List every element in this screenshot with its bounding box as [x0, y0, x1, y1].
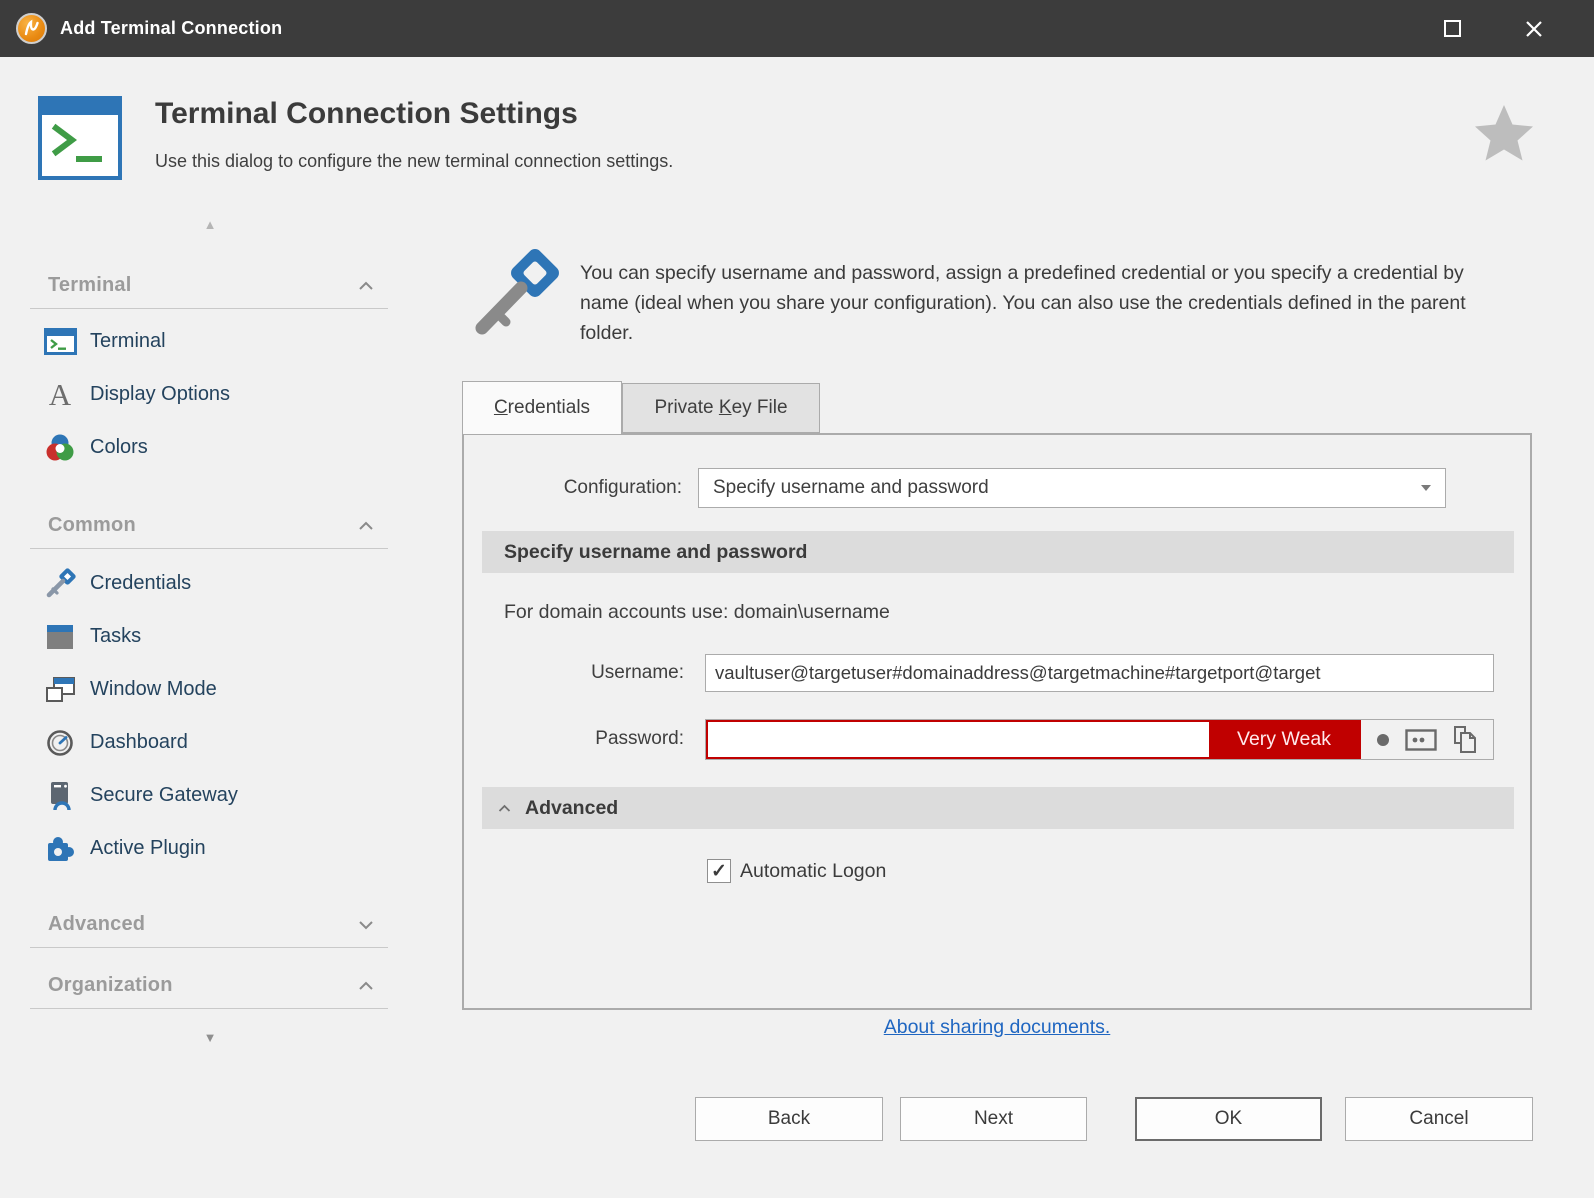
- sidebar: ▲ Terminal Terminal A Display Options: [30, 215, 390, 1075]
- key-icon: [42, 568, 78, 600]
- automatic-logon-checkbox[interactable]: ✓: [707, 859, 731, 883]
- terminal-icon: [42, 326, 78, 358]
- configuration-label: Configuration:: [482, 468, 682, 508]
- maximize-icon: [1444, 20, 1461, 37]
- password-validation-frame: Very Weak: [706, 720, 1361, 759]
- password-field-group: Very Weak: [705, 719, 1494, 760]
- sidebar-item-label: Credentials: [90, 572, 191, 595]
- section-label: Terminal: [48, 274, 131, 297]
- section-label: Common: [48, 514, 136, 537]
- close-icon: [1525, 20, 1543, 38]
- tab-label: Private Key File: [654, 397, 787, 419]
- share-link-row: About sharing documents.: [462, 1016, 1532, 1039]
- credentials-panel: Configuration: Specify username and pass…: [462, 433, 1532, 1010]
- ok-button[interactable]: OK: [1135, 1097, 1322, 1141]
- favorite-star-icon[interactable]: [1473, 103, 1535, 167]
- domain-hint-text: For domain accounts use: domain\username: [504, 601, 890, 624]
- dropdown-arrow-icon: [1421, 485, 1431, 491]
- sidebar-item-tasks[interactable]: Tasks: [30, 610, 388, 663]
- tab-credentials[interactable]: Credentials: [462, 381, 622, 434]
- tasks-icon: [42, 621, 78, 653]
- titlebar: Add Terminal Connection: [0, 0, 1594, 57]
- cancel-button[interactable]: Cancel: [1345, 1097, 1533, 1141]
- copy-password-icon[interactable]: [1452, 725, 1478, 755]
- window-title: Add Terminal Connection: [60, 0, 282, 57]
- terminal-header-icon: [38, 96, 122, 180]
- password-strength-badge: Very Weak: [1209, 722, 1359, 757]
- sidebar-section-organization[interactable]: Organization: [30, 963, 388, 1009]
- username-label: Username:: [482, 653, 684, 693]
- chevron-up-icon: [358, 281, 374, 291]
- close-button[interactable]: [1506, 0, 1562, 57]
- advanced-section-header[interactable]: Advanced: [482, 787, 1514, 829]
- chevron-up-icon: [358, 981, 374, 991]
- section-header-specify: Specify username and password: [482, 531, 1514, 573]
- tab-private-key-file[interactable]: Private Key File: [622, 383, 820, 433]
- sidebar-item-display-options[interactable]: A Display Options: [30, 368, 388, 421]
- sidebar-item-colors[interactable]: Colors: [30, 421, 388, 474]
- dashboard-icon: [42, 727, 78, 759]
- automatic-logon-row[interactable]: ✓ Automatic Logon: [707, 859, 886, 883]
- app-icon: [16, 13, 47, 44]
- password-dot-icon[interactable]: [1376, 733, 1390, 747]
- sidebar-section-advanced[interactable]: Advanced: [30, 902, 388, 948]
- chevron-up-icon: [358, 521, 374, 531]
- password-input[interactable]: [708, 722, 1209, 757]
- sidebar-item-window-mode[interactable]: Window Mode: [30, 663, 388, 716]
- terminal-header-icon-bar: [42, 100, 118, 115]
- next-button[interactable]: Next: [900, 1097, 1087, 1141]
- window-mode-icon: [42, 674, 78, 706]
- sidebar-section-terminal[interactable]: Terminal: [30, 263, 388, 309]
- puzzle-icon: [42, 833, 78, 865]
- secure-gateway-icon: [42, 780, 78, 812]
- configuration-value: Specify username and password: [713, 477, 1421, 499]
- tab-label: Credentials: [494, 397, 590, 419]
- sidebar-item-label: Tasks: [90, 625, 141, 648]
- sidebar-scroll-down[interactable]: ▼: [30, 1030, 390, 1045]
- sidebar-item-label: Active Plugin: [90, 837, 206, 860]
- sidebar-item-active-plugin[interactable]: Active Plugin: [30, 822, 388, 875]
- sidebar-item-dashboard[interactable]: Dashboard: [30, 716, 388, 769]
- chevron-down-icon: [358, 920, 374, 930]
- font-icon: A: [42, 379, 78, 411]
- sidebar-item-terminal[interactable]: Terminal: [30, 315, 388, 368]
- configuration-select[interactable]: Specify username and password: [698, 468, 1446, 508]
- collapse-chevron-icon: [498, 804, 511, 813]
- sidebar-scroll-up[interactable]: ▲: [30, 217, 390, 232]
- section-label: Organization: [48, 974, 173, 997]
- sidebar-item-label: Window Mode: [90, 678, 217, 701]
- sidebar-item-label: Terminal: [90, 330, 166, 353]
- sidebar-section-common[interactable]: Common: [30, 503, 388, 549]
- sidebar-item-label: Colors: [90, 436, 148, 459]
- section-header-title: Specify username and password: [504, 541, 807, 564]
- credentials-info-text: You can specify username and password, a…: [580, 258, 1510, 348]
- sidebar-item-secure-gateway[interactable]: Secure Gateway: [30, 769, 388, 822]
- password-label: Password:: [482, 719, 684, 759]
- automatic-logon-label: Automatic Logon: [740, 860, 886, 883]
- maximize-button[interactable]: [1424, 0, 1480, 57]
- username-input[interactable]: [705, 654, 1494, 692]
- section-label: Advanced: [48, 913, 145, 936]
- sidebar-item-label: Dashboard: [90, 731, 188, 754]
- sidebar-item-label: Secure Gateway: [90, 784, 238, 807]
- page-subtitle: Use this dialog to configure the new ter…: [155, 151, 673, 172]
- scroll-down-icon: ▼: [204, 1030, 217, 1045]
- password-tools: [1361, 720, 1493, 759]
- back-button[interactable]: Back: [695, 1097, 883, 1141]
- about-sharing-documents-link[interactable]: About sharing documents.: [884, 1016, 1111, 1038]
- sidebar-item-credentials[interactable]: Credentials: [30, 557, 388, 610]
- page-title: Terminal Connection Settings: [155, 97, 578, 131]
- check-icon: ✓: [711, 862, 727, 881]
- sidebar-item-label: Display Options: [90, 383, 230, 406]
- key-info-icon: [466, 248, 562, 349]
- scroll-up-icon: ▲: [204, 217, 217, 232]
- advanced-title: Advanced: [525, 797, 618, 820]
- reveal-password-icon[interactable]: [1405, 729, 1437, 751]
- colors-icon: [42, 432, 78, 464]
